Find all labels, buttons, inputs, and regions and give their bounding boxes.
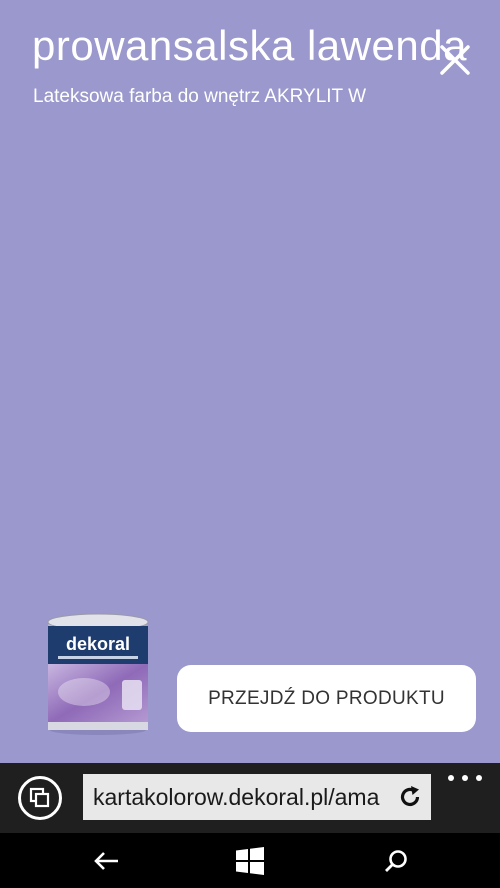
product-line-label: Lateksowa farba do wnętrz AKRYLIT W	[33, 86, 367, 107]
color-name: prowansalska lawenda	[32, 22, 467, 69]
svg-text:dekoral: dekoral	[66, 634, 130, 654]
url-field[interactable]: kartakolorow.dekoral.pl/ama	[83, 774, 431, 820]
more-icon	[448, 775, 454, 781]
back-button[interactable]	[88, 843, 124, 879]
tabs-icon	[29, 787, 50, 808]
windows-logo-icon	[236, 847, 264, 875]
close-icon	[440, 45, 470, 75]
search-button[interactable]	[378, 843, 414, 879]
start-button[interactable]	[232, 843, 268, 879]
browser-address-bar: kartakolorow.dekoral.pl/ama	[0, 763, 500, 833]
paint-can-image: dekoral	[44, 612, 152, 736]
more-icon	[476, 775, 482, 781]
search-icon	[385, 850, 407, 872]
system-navigation-bar	[0, 833, 500, 888]
more-options-button[interactable]	[448, 771, 482, 785]
close-button[interactable]	[438, 43, 472, 77]
refresh-button[interactable]	[395, 782, 425, 812]
tabs-button[interactable]	[18, 776, 62, 820]
back-arrow-icon	[94, 852, 118, 870]
go-to-product-button[interactable]: PRZEJDŹ DO PRODUKTU	[177, 665, 476, 732]
url-text: kartakolorow.dekoral.pl/ama	[93, 784, 380, 810]
more-icon	[462, 775, 468, 781]
refresh-icon	[400, 786, 420, 807]
